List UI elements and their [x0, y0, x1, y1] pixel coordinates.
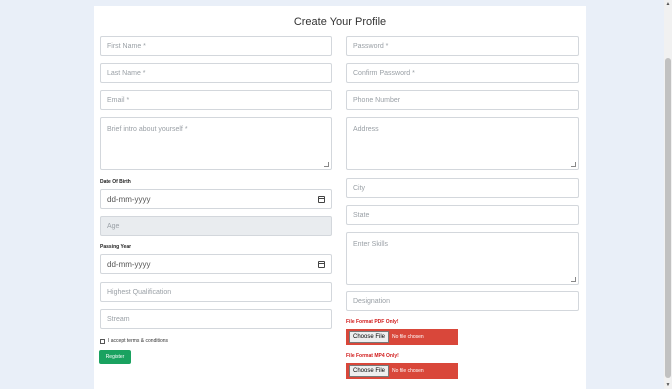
pdf-file-input[interactable]: Choose File No file chosen: [346, 329, 458, 345]
terms-row[interactable]: I accept terms & conditions: [100, 338, 168, 344]
scroll-down-icon[interactable]: ▼: [664, 381, 672, 389]
passing-year-input[interactable]: dd-mm-yyyy: [100, 254, 332, 274]
qualification-input[interactable]: Highest Qualification: [100, 282, 332, 302]
city-input[interactable]: City: [346, 178, 579, 198]
pdf-file-status: No file chosen: [392, 334, 424, 340]
email-input[interactable]: Email *: [100, 90, 332, 110]
age-placeholder: Age: [107, 222, 120, 230]
mp4-file-input[interactable]: Choose File No file chosen: [346, 363, 458, 379]
dob-value: dd-mm-yyyy: [107, 194, 151, 204]
dob-label: Date Of Birth: [100, 179, 131, 185]
terms-label: I accept terms & conditions: [108, 338, 169, 344]
scroll-up-icon[interactable]: ▲: [664, 0, 672, 8]
resize-grip-icon[interactable]: [571, 162, 576, 167]
scroll-thumb[interactable]: [665, 58, 671, 378]
city-placeholder: City: [353, 184, 366, 192]
page-scrollbar[interactable]: ▲ ▼: [664, 0, 672, 389]
first-name-input[interactable]: First Name *: [100, 36, 332, 56]
last-name-placeholder: Last Name *: [107, 69, 146, 77]
first-name-placeholder: First Name *: [107, 42, 146, 50]
register-button[interactable]: Register: [99, 350, 131, 364]
passing-year-value: dd-mm-yyyy: [107, 259, 151, 269]
stream-placeholder: Stream: [107, 315, 130, 323]
choose-pdf-button[interactable]: Choose File: [349, 331, 390, 343]
pdf-format-label: File Format PDF Only!: [346, 319, 399, 325]
last-name-input[interactable]: Last Name *: [100, 63, 332, 83]
qualification-placeholder: Highest Qualification: [107, 288, 172, 296]
calendar-icon[interactable]: [318, 195, 325, 203]
address-placeholder: Address: [353, 126, 379, 133]
phone-input[interactable]: Phone Number: [346, 90, 579, 110]
password-input[interactable]: Password *: [346, 36, 579, 56]
address-textarea[interactable]: Address: [346, 117, 579, 170]
designation-placeholder: Designation: [353, 297, 390, 305]
mp4-format-label: File Format MP4 Only!: [346, 353, 399, 359]
choose-mp4-button[interactable]: Choose File: [349, 365, 390, 377]
passing-year-label: Passing Year: [100, 244, 132, 250]
password-placeholder: Password *: [353, 42, 389, 50]
state-placeholder: State: [353, 211, 370, 219]
terms-checkbox[interactable]: [100, 338, 105, 344]
age-input: Age: [100, 216, 332, 236]
resize-grip-icon[interactable]: [324, 162, 329, 167]
stream-input[interactable]: Stream: [100, 309, 332, 329]
intro-textarea[interactable]: Brief intro about yourself *: [100, 117, 332, 170]
phone-placeholder: Phone Number: [353, 96, 401, 104]
state-input[interactable]: State: [346, 205, 579, 225]
profile-form-card: Create Your Profile First Name * Last Na…: [94, 6, 586, 389]
confirm-password-placeholder: Confirm Password *: [353, 69, 415, 77]
calendar-icon[interactable]: [318, 260, 325, 268]
skills-placeholder: Enter Skills: [353, 241, 389, 248]
page-title: Create Your Profile: [293, 16, 387, 28]
confirm-password-input[interactable]: Confirm Password *: [346, 63, 579, 83]
resize-grip-icon[interactable]: [571, 277, 576, 282]
mp4-file-status: No file chosen: [392, 368, 424, 374]
email-placeholder: Email *: [107, 96, 130, 104]
dob-input[interactable]: dd-mm-yyyy: [100, 189, 332, 209]
designation-input[interactable]: Designation: [346, 291, 579, 311]
skills-textarea[interactable]: Enter Skills: [346, 232, 579, 285]
intro-placeholder: Brief intro about yourself *: [107, 126, 188, 133]
